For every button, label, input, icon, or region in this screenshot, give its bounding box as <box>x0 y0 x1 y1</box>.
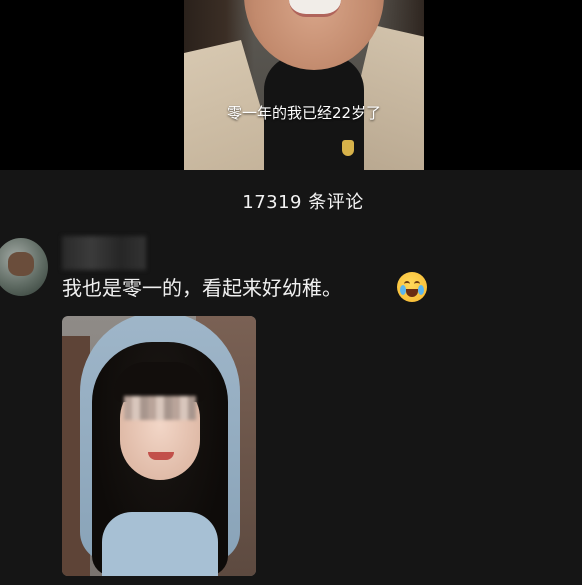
photo-shirt <box>102 512 218 576</box>
avatar[interactable] <box>0 238 48 296</box>
video-caption: 零一年的我已经22岁了 <box>226 104 382 122</box>
video-pendant <box>342 140 354 156</box>
photo-eye-mosaic <box>124 396 196 420</box>
comment-count-title: 17319 条评论 <box>242 192 364 213</box>
video-area: 零一年的我已经22岁了 <box>0 0 582 170</box>
emoji-tear-right <box>418 285 424 295</box>
photo-lips <box>148 452 174 460</box>
username-redacted[interactable] <box>62 236 146 270</box>
comment-text: 我也是零一的，看起来好幼稚。 <box>62 276 342 300</box>
avatar-image <box>8 252 34 276</box>
emoji-mouth <box>406 289 418 297</box>
comment-photo[interactable] <box>62 316 256 576</box>
video-frame[interactable]: 零一年的我已经22岁了 <box>184 0 424 170</box>
crying-laughing-emoji-icon <box>397 272 427 302</box>
